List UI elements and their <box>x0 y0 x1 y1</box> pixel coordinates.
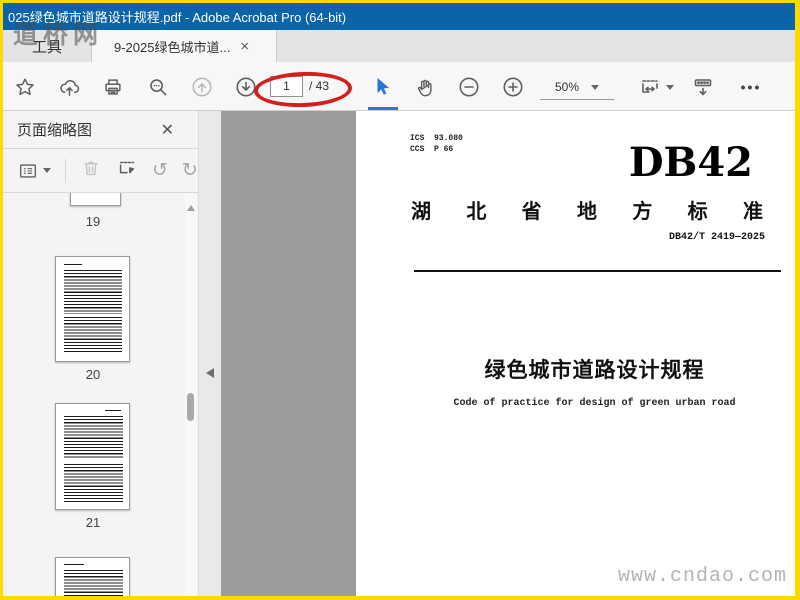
tab-close-icon[interactable]: × <box>240 39 249 54</box>
search-icon[interactable] <box>146 75 170 99</box>
standard-char: 准 <box>742 201 763 223</box>
rotate-clockwise-icon[interactable]: ↻ <box>182 161 198 180</box>
tab-document[interactable]: 9-2025绿色城市道... × <box>91 30 277 62</box>
crop-pages-icon[interactable] <box>116 157 138 184</box>
watermark-bottom-right: www.cndao.com <box>617 565 787 588</box>
share-upload-icon[interactable] <box>57 75 81 99</box>
thumbnail-label: 21 <box>85 515 101 530</box>
rotate-counterclockwise-icon[interactable]: ↺ <box>152 161 168 180</box>
thumbnail-page-19[interactable] <box>70 193 121 206</box>
pdf-page: ICS 93.080 CCS P 66 DB42 湖 北 省 地 方 标 准 D… <box>356 111 795 596</box>
panel-close-icon[interactable]: ✕ <box>161 120 174 140</box>
standard-char: 标 <box>687 201 708 223</box>
thumbnail-options-icon[interactable] <box>17 160 51 182</box>
standard-char: 北 <box>466 201 487 223</box>
thumbnail-page-21[interactable] <box>55 403 130 510</box>
standard-char: 方 <box>632 201 653 223</box>
scroll-up-icon[interactable] <box>187 205 195 211</box>
document-view: ICS 93.080 CCS P 66 DB42 湖 北 省 地 方 标 准 D… <box>221 111 795 596</box>
chevron-down-icon <box>43 168 51 173</box>
red-circle-annotation <box>253 70 353 109</box>
print-icon[interactable] <box>101 75 125 99</box>
previous-page-icon[interactable] <box>190 75 214 99</box>
page-thumbnails-panel: 页面缩略图 ✕ ↺ ↻ 19 20 21 <box>3 111 198 596</box>
standard-name-row: 湖 北 省 地 方 标 准 <box>411 195 763 224</box>
hide-toolbar-icon[interactable] <box>691 75 715 99</box>
header-rule <box>414 270 781 272</box>
collapse-panel-icon[interactable] <box>206 368 214 378</box>
panel-title: 页面缩略图 <box>17 122 93 139</box>
watermark-top-left: 道桥网 <box>13 20 104 49</box>
panel-collapse-gutter[interactable] <box>198 111 221 596</box>
tab-document-label: 9-2025绿色城市道... <box>114 39 231 55</box>
panel-toolbar: ↺ ↻ <box>3 149 198 193</box>
page-fit-dropdown[interactable] <box>636 75 676 99</box>
acrobat-window: 道桥网 025绿色城市道路设计规程.pdf - Adobe Acrobat Pr… <box>0 0 800 600</box>
standard-char: 省 <box>521 201 542 223</box>
zoom-in-icon[interactable] <box>501 75 525 99</box>
select-tool-icon[interactable] <box>369 75 393 99</box>
chevron-down-icon <box>591 84 600 90</box>
hand-tool-icon[interactable] <box>413 75 437 99</box>
tab-bar: 工具 9-2025绿色城市道... × <box>3 30 795 62</box>
window-body: 页面缩略图 ✕ ↺ ↻ 19 20 21 ICS 93.080 CCS P 66… <box>3 111 795 596</box>
thumbnail-page-22[interactable] <box>55 557 130 596</box>
title-bar: 025绿色城市道路设计规程.pdf - Adobe Acrobat Pro (6… <box>3 3 795 30</box>
thumbnail-scrollbar[interactable] <box>185 193 196 596</box>
divider <box>65 158 66 183</box>
zoom-out-icon[interactable] <box>457 75 481 99</box>
zoom-level-value: 50% <box>554 80 580 94</box>
active-tool-indicator <box>368 107 398 110</box>
document-title-en: Code of practice for design of green urb… <box>453 398 736 409</box>
delete-page-icon[interactable] <box>80 157 102 184</box>
zoom-level-dropdown[interactable]: 50% <box>540 75 614 100</box>
standard-char: 地 <box>576 201 597 223</box>
scrollbar-thumb[interactable] <box>187 393 194 421</box>
main-toolbar: 1 / 43 50% ••• <box>3 62 795 111</box>
document-title-cn: 绿色城市道路设计规程 <box>484 359 705 382</box>
chevron-down-icon <box>666 84 674 90</box>
more-tools-icon[interactable]: ••• <box>733 75 769 99</box>
ics-classification: ICS 93.080 CCS P 66 <box>410 134 463 154</box>
thumbnail-label: 19 <box>85 214 101 229</box>
thumbnail-list: 19 20 21 <box>3 193 198 596</box>
panel-header: 页面缩略图 ✕ <box>3 111 198 149</box>
thumbnail-label: 20 <box>85 367 101 382</box>
favorites-star-icon[interactable] <box>13 75 37 99</box>
standard-char: 湖 <box>411 201 431 223</box>
thumbnail-page-20[interactable] <box>55 256 130 362</box>
standard-code: DB42 <box>628 139 753 186</box>
standard-number: DB42/T 2419—2025 <box>668 232 765 243</box>
